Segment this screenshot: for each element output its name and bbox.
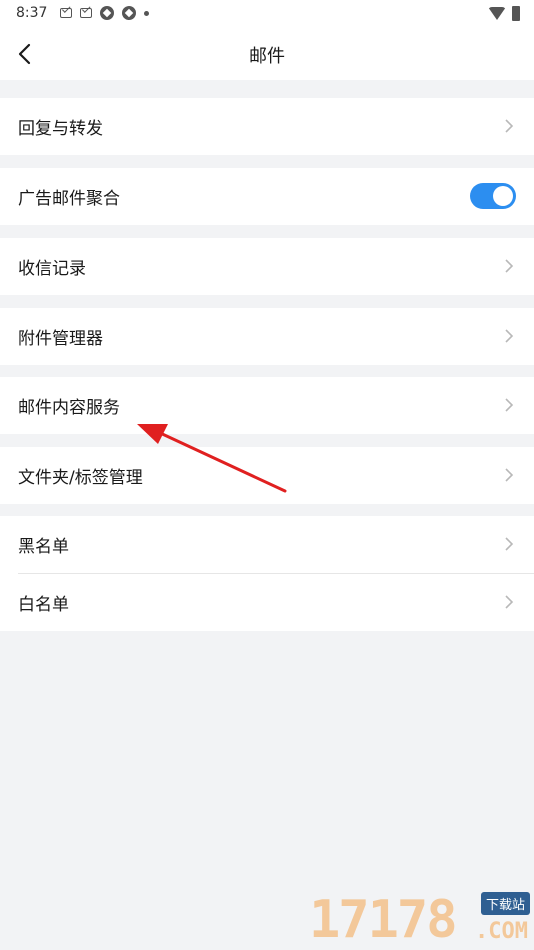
wifi-icon [488, 7, 506, 20]
more-notifications-dot-icon [144, 10, 149, 16]
setting-row-folder-label-management[interactable]: 文件夹/标签管理 [0, 447, 534, 504]
setting-row-attachment-manager[interactable]: 附件管理器 [0, 308, 534, 365]
watermark-suffix: .COM [475, 919, 528, 944]
mail-notification-icon [80, 8, 92, 18]
setting-row-blacklist[interactable]: 黑名单 [0, 516, 534, 573]
notification-icons [60, 6, 149, 20]
setting-label: 回复与转发 [18, 119, 103, 139]
settings-group: 广告邮件聚合 [0, 168, 534, 225]
battery-icon [512, 6, 520, 21]
sync-icon [122, 6, 136, 20]
sync-icon [100, 6, 114, 20]
chevron-right-icon [505, 537, 514, 551]
status-bar: 8:37 [0, 0, 534, 28]
settings-group: 邮件内容服务 [0, 377, 534, 434]
watermark-tag: 下载站 [480, 892, 530, 915]
setting-label: 黑名单 [18, 537, 69, 557]
system-icons [488, 6, 520, 21]
chevron-right-icon [505, 119, 514, 133]
setting-label: 白名单 [18, 595, 69, 615]
setting-row-receive-log[interactable]: 收信记录 [0, 238, 534, 295]
setting-label: 广告邮件聚合 [18, 189, 120, 209]
chevron-right-icon [505, 329, 514, 343]
watermark-number: 17178 [309, 890, 458, 950]
setting-label: 附件管理器 [18, 329, 103, 349]
chevron-right-icon [505, 595, 514, 609]
watermark-logo: 17178 下载站 .COM [309, 890, 534, 950]
setting-label: 邮件内容服务 [18, 398, 120, 418]
settings-group: 收信记录 [0, 238, 534, 295]
chevron-right-icon [505, 468, 514, 482]
mail-notification-icon [60, 8, 72, 18]
setting-row-mail-content-service[interactable]: 邮件内容服务 [0, 377, 534, 434]
chevron-right-icon [505, 259, 514, 273]
setting-label: 文件夹/标签管理 [18, 468, 143, 488]
setting-row-whitelist[interactable]: 白名单 [0, 574, 534, 631]
ad-mail-aggregation-toggle[interactable] [470, 183, 516, 209]
toggle-knob [493, 186, 513, 206]
status-time: 8:37 [16, 5, 48, 21]
settings-group: 附件管理器 [0, 308, 534, 365]
settings-group: 黑名单 白名单 [0, 516, 534, 631]
page-title: 邮件 [249, 46, 285, 67]
setting-row-reply-forward[interactable]: 回复与转发 [0, 98, 534, 155]
setting-row-ad-mail-aggregation: 广告邮件聚合 [0, 168, 534, 225]
nav-bar: 邮件 [0, 28, 534, 80]
settings-group: 文件夹/标签管理 [0, 447, 534, 504]
chevron-right-icon [505, 398, 514, 412]
settings-group: 回复与转发 [0, 98, 534, 155]
setting-label: 收信记录 [18, 259, 86, 279]
